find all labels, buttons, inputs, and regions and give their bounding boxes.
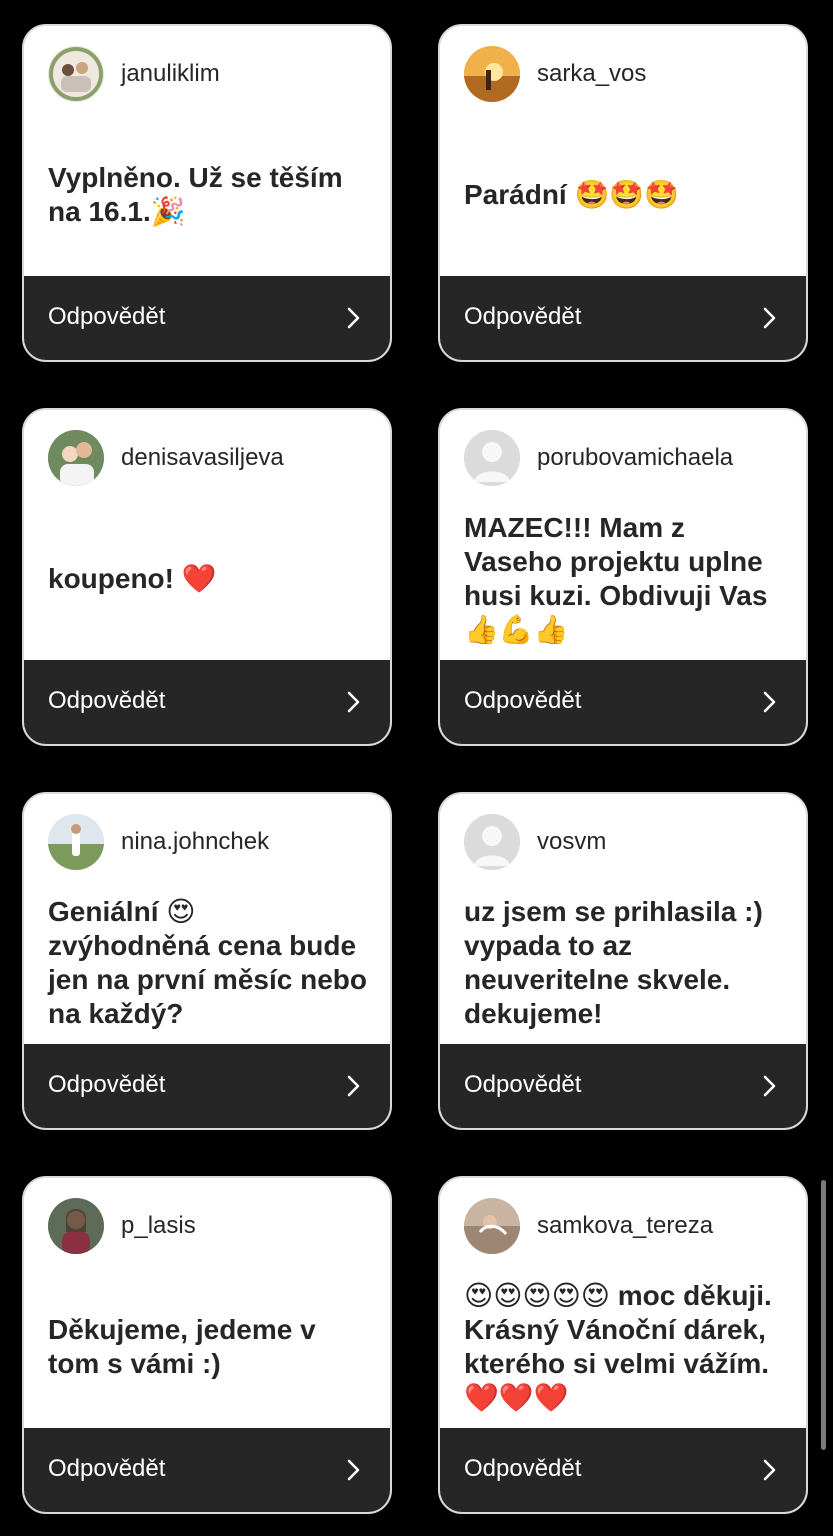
photo-avatar-icon — [464, 1198, 520, 1254]
story-reply-message: MAZEC!!! Mam z Vaseho projektu uplne hus… — [464, 511, 768, 646]
default-user-avatar-icon — [464, 430, 520, 486]
reply-button[interactable]: Odpovědět — [24, 276, 390, 360]
chevron-right-icon — [763, 691, 776, 713]
chevron-right-icon — [763, 1459, 776, 1481]
reply-button-label: Odpovědět — [464, 687, 582, 714]
reply-card: p_lasis Děkujeme, jedeme v tom s vámi :)… — [22, 1176, 392, 1514]
story-reply-message: 😍😍😍😍😍 moc děkuji. Krásný Vánoční dárek, … — [464, 1279, 772, 1414]
photo-avatar-icon — [464, 46, 520, 102]
chevron-right-icon — [347, 307, 360, 329]
avatar[interactable] — [464, 46, 520, 102]
reply-card: januliklim Vyplněno. Už se těším na 16.1… — [22, 24, 392, 362]
story-reply-message: Geniální 😍 zvýhodněná cena bude jen na p… — [48, 895, 367, 1030]
chevron-right-icon — [347, 1459, 360, 1481]
reply-button-label: Odpovědět — [48, 1455, 166, 1482]
chevron-right-icon — [763, 1075, 776, 1097]
avatar[interactable] — [464, 814, 520, 870]
username[interactable]: samkova_tereza — [537, 1212, 713, 1240]
card-content: nina.johnchek Geniální 😍 zvýhodněná cena… — [24, 794, 390, 1048]
username[interactable]: porubovamichaela — [537, 444, 733, 472]
reply-button-label: Odpovědět — [48, 303, 166, 330]
reply-card: porubovamichaela MAZEC!!! Mam z Vaseho p… — [438, 408, 808, 746]
photo-avatar-icon — [48, 1198, 104, 1254]
photo-avatar-icon — [48, 814, 104, 870]
reply-button[interactable]: Odpovědět — [440, 276, 806, 360]
reply-button[interactable]: Odpovědět — [440, 1428, 806, 1512]
card-content: januliklim Vyplněno. Už se těším na 16.1… — [24, 26, 390, 280]
card-content: samkova_tereza 😍😍😍😍😍 moc děkuji. Krásný … — [440, 1178, 806, 1432]
reply-button[interactable]: Odpovědět — [440, 660, 806, 744]
reply-card: sarka_vos Parádní 🤩🤩🤩 Odpovědět — [438, 24, 808, 362]
card-content: p_lasis Děkujeme, jedeme v tom s vámi :) — [24, 1178, 390, 1432]
story-reply-message: koupeno! ❤️ — [48, 562, 217, 594]
username[interactable]: vosvm — [537, 828, 606, 856]
default-user-avatar-icon — [464, 814, 520, 870]
card-content: sarka_vos Parádní 🤩🤩🤩 — [440, 26, 806, 280]
chevron-right-icon — [347, 1075, 360, 1097]
username[interactable]: denisavasiljeva — [121, 444, 284, 472]
avatar[interactable] — [48, 1198, 104, 1254]
reply-button-label: Odpovědět — [464, 303, 582, 330]
reply-button[interactable]: Odpovědět — [24, 1044, 390, 1128]
avatar[interactable] — [48, 46, 104, 102]
username[interactable]: januliklim — [121, 60, 220, 88]
avatar[interactable] — [48, 814, 104, 870]
story-reply-message: Vyplněno. Už se těším na 16.1.🎉 — [48, 161, 343, 227]
reply-card: denisavasiljeva koupeno! ❤️ Odpovědět — [22, 408, 392, 746]
card-content: porubovamichaela MAZEC!!! Mam z Vaseho p… — [440, 410, 806, 664]
story-reply-message: uz jsem se prihlasila :) vypada to az ne… — [464, 895, 763, 1030]
reply-card: samkova_tereza 😍😍😍😍😍 moc děkuji. Krásný … — [438, 1176, 808, 1514]
reply-button-label: Odpovědět — [464, 1455, 582, 1482]
reply-button[interactable]: Odpovědět — [440, 1044, 806, 1128]
avatar[interactable] — [464, 1198, 520, 1254]
chevron-right-icon — [763, 307, 776, 329]
reply-button-label: Odpovědět — [48, 1071, 166, 1098]
chevron-right-icon — [347, 691, 360, 713]
reply-card: nina.johnchek Geniální 😍 zvýhodněná cena… — [22, 792, 392, 1130]
vertical-scrollbar[interactable] — [821, 1180, 826, 1450]
reply-button-label: Odpovědět — [48, 687, 166, 714]
photo-avatar-icon — [48, 430, 104, 486]
card-content: denisavasiljeva koupeno! ❤️ — [24, 410, 390, 664]
username[interactable]: p_lasis — [121, 1212, 196, 1240]
reply-button[interactable]: Odpovědět — [24, 1428, 390, 1512]
card-content: vosvm uz jsem se prihlasila :) vypada to… — [440, 794, 806, 1048]
photo-avatar-icon — [48, 46, 104, 102]
story-reply-message: Děkujeme, jedeme v tom s vámi :) — [48, 1313, 316, 1379]
username[interactable]: sarka_vos — [537, 60, 646, 88]
reply-card-grid: januliklim Vyplněno. Už se těším na 16.1… — [0, 0, 833, 1536]
avatar[interactable] — [464, 430, 520, 486]
reply-button[interactable]: Odpovědět — [24, 660, 390, 744]
reply-button-label: Odpovědět — [464, 1071, 582, 1098]
reply-card: vosvm uz jsem se prihlasila :) vypada to… — [438, 792, 808, 1130]
story-reply-message: Parádní 🤩🤩🤩 — [464, 178, 680, 210]
username[interactable]: nina.johnchek — [121, 828, 269, 856]
avatar[interactable] — [48, 430, 104, 486]
